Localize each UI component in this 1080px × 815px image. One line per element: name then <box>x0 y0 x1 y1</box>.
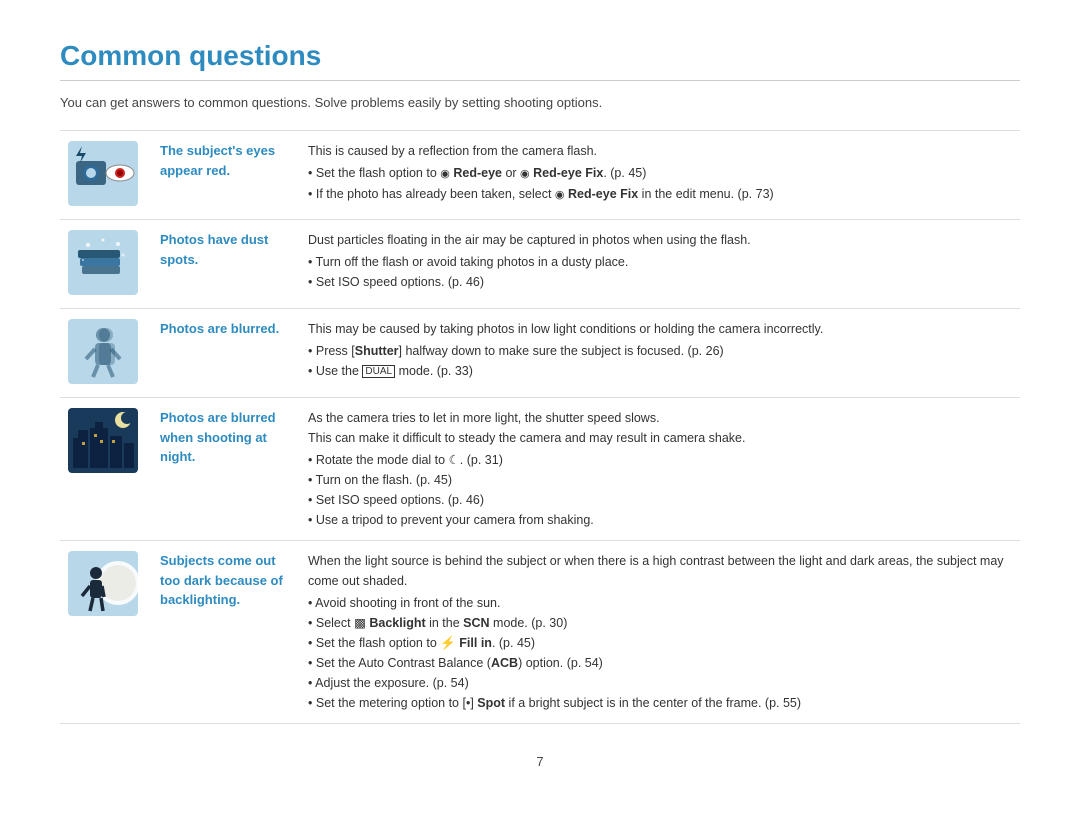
row-desc-dust: Dust particles floating in the air may b… <box>300 220 1020 309</box>
row-image-backlight <box>60 541 150 724</box>
row-desc-backlight: When the light source is behind the subj… <box>300 541 1020 724</box>
page-title: Common questions <box>60 40 1020 72</box>
table-row: Photos are blurred when shooting at nigh… <box>60 398 1020 541</box>
table-row: Photos are blurred.This may be caused by… <box>60 309 1020 398</box>
row-label-dust: Photos have dust spots. <box>150 220 300 309</box>
row-image-blurred <box>60 309 150 398</box>
row-label-backlight: Subjects come out too dark because of ba… <box>150 541 300 724</box>
subtitle: You can get answers to common questions.… <box>60 95 1020 110</box>
row-label-red-eye: The subject's eyes appear red. <box>150 131 300 220</box>
row-desc-night: As the camera tries to let in more light… <box>300 398 1020 541</box>
row-image-night <box>60 398 150 541</box>
row-image-dust <box>60 220 150 309</box>
row-label-blurred: Photos are blurred. <box>150 309 300 398</box>
page-number: 7 <box>60 754 1020 769</box>
row-image-red-eye <box>60 131 150 220</box>
title-divider <box>60 80 1020 81</box>
table-row: The subject's eyes appear red.This is ca… <box>60 131 1020 220</box>
faq-table: The subject's eyes appear red.This is ca… <box>60 130 1020 724</box>
row-desc-red-eye: This is caused by a reflection from the … <box>300 131 1020 220</box>
table-row: Photos have dust spots.Dust particles fl… <box>60 220 1020 309</box>
row-desc-blurred: This may be caused by taking photos in l… <box>300 309 1020 398</box>
table-row: Subjects come out too dark because of ba… <box>60 541 1020 724</box>
row-label-night: Photos are blurred when shooting at nigh… <box>150 398 300 541</box>
